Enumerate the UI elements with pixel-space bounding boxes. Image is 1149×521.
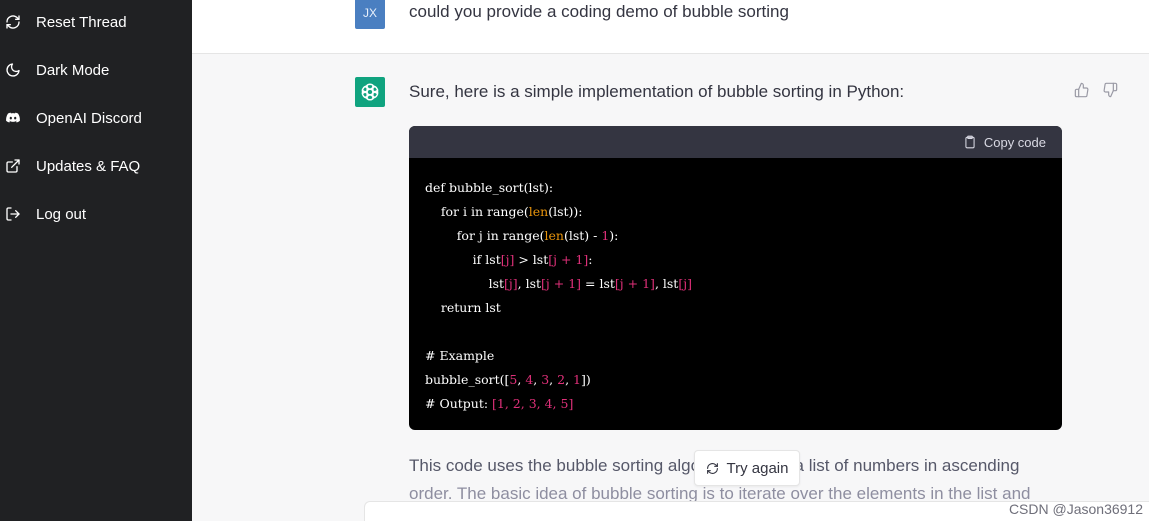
code-token: # Example xyxy=(425,348,495,363)
try-again-button[interactable]: Try again xyxy=(694,450,800,486)
code-token: ]) xyxy=(580,372,591,387)
code-token: ): xyxy=(609,228,619,243)
code-token: def bubble_sort(lst): xyxy=(425,180,554,195)
code-token: lst xyxy=(425,276,505,291)
sidebar-item-label: Reset Thread xyxy=(36,13,127,31)
openai-logo-icon xyxy=(355,77,385,107)
code-token: len xyxy=(544,228,564,243)
copy-code-button[interactable]: Copy code xyxy=(963,135,1046,150)
code-token: , xyxy=(565,372,574,387)
code-line: lst[j], lst[j + 1] = lst[j + 1], lst[j] xyxy=(425,272,1046,296)
assistant-intro-text: Sure, here is a simple implementation of… xyxy=(409,82,905,101)
code-token: # Output: xyxy=(425,396,493,411)
code-token: [j] xyxy=(500,252,515,267)
code-line: def bubble_sort(lst): xyxy=(425,176,1046,200)
code-token: > lst xyxy=(514,252,549,267)
clipboard-icon xyxy=(965,135,975,149)
code-token: = lst xyxy=(581,276,615,291)
code-token: (lst) - xyxy=(563,228,602,243)
code-block-header: Copy code xyxy=(409,126,1062,158)
code-line: # Output: [1, 2, 3, 4, 5] xyxy=(425,392,1046,416)
code-token: , lst xyxy=(654,276,679,291)
code-token: for j in range( xyxy=(425,228,545,243)
code-token: : xyxy=(588,252,593,267)
code-token: [j + 1] xyxy=(614,276,655,291)
user-message-text: could you provide a coding demo of bubbl… xyxy=(409,2,789,21)
sidebar-item-label: Log out xyxy=(36,205,87,223)
sidebar-item-label: OpenAI Discord xyxy=(36,109,142,127)
code-token: [j] xyxy=(678,276,692,291)
user-message-row: JX could you provide a coding demo of bu… xyxy=(192,0,1149,54)
code-token: return lst xyxy=(425,300,501,315)
refresh-icon xyxy=(706,462,718,474)
thumbs-down-icon[interactable] xyxy=(1102,82,1118,103)
code-block: Copy code def bubble_sort(lst): for i in… xyxy=(409,126,1062,430)
code-content: def bubble_sort(lst): for i in range(len… xyxy=(409,158,1062,416)
code-token: if lst xyxy=(425,252,501,267)
moon-icon xyxy=(4,61,22,79)
code-line: bubble_sort([5, 4, 3, 2, 1]) xyxy=(425,368,1046,392)
code-token: , xyxy=(549,372,558,387)
refresh-icon xyxy=(4,13,22,31)
code-token: (lst)): xyxy=(548,204,583,219)
code-token: 1 xyxy=(573,372,581,387)
sidebar: Reset Thread Dark Mode OpenAI Discord Up… xyxy=(0,0,192,521)
chat-main: JX could you provide a coding demo of bu… xyxy=(192,0,1149,521)
discord-icon xyxy=(4,109,22,127)
watermark: CSDN @Jason36912 xyxy=(1008,501,1143,517)
code-line: return lst xyxy=(425,296,1046,320)
code-token: , lst xyxy=(517,276,542,291)
code-token: 3 xyxy=(541,372,550,387)
sidebar-item-label: Updates & FAQ xyxy=(36,157,141,175)
code-token: [j + 1] xyxy=(541,276,582,291)
user-avatar: JX xyxy=(355,0,385,29)
code-token: [j] xyxy=(504,276,518,291)
sidebar-item-dark-mode[interactable]: Dark Mode xyxy=(0,50,192,90)
sidebar-item-openai-discord[interactable]: OpenAI Discord xyxy=(0,98,192,138)
code-token: bubble_sort([ xyxy=(425,372,510,387)
code-token: [1, 2, 3, 4, 5] xyxy=(492,396,574,411)
assistant-message-row: Sure, here is a simple implementation of… xyxy=(192,54,1149,521)
feedback-buttons xyxy=(1074,82,1118,103)
copy-code-label: Copy code xyxy=(983,134,1046,150)
sidebar-item-updates-faq[interactable]: Updates & FAQ xyxy=(0,146,192,186)
logout-icon xyxy=(4,205,22,223)
code-line: for i in range(len(lst)): xyxy=(425,200,1046,224)
code-token: 2 xyxy=(557,372,566,387)
thumbs-up-icon[interactable] xyxy=(1074,82,1090,103)
code-token: [j + 1] xyxy=(548,252,589,267)
try-again-label: Try again xyxy=(726,459,789,477)
sidebar-item-label: Dark Mode xyxy=(36,61,110,79)
code-token: for i in range( xyxy=(425,204,529,219)
sidebar-item-log-out[interactable]: Log out xyxy=(0,194,192,234)
sidebar-item-reset-thread[interactable]: Reset Thread xyxy=(0,2,192,42)
code-token: len xyxy=(528,204,549,219)
external-link-icon xyxy=(4,157,22,175)
code-line: if lst[j] > lst[j + 1]: xyxy=(425,248,1046,272)
code-line: for j in range(len(lst) - 1): xyxy=(425,224,1046,248)
code-line: # Example xyxy=(425,344,1046,368)
